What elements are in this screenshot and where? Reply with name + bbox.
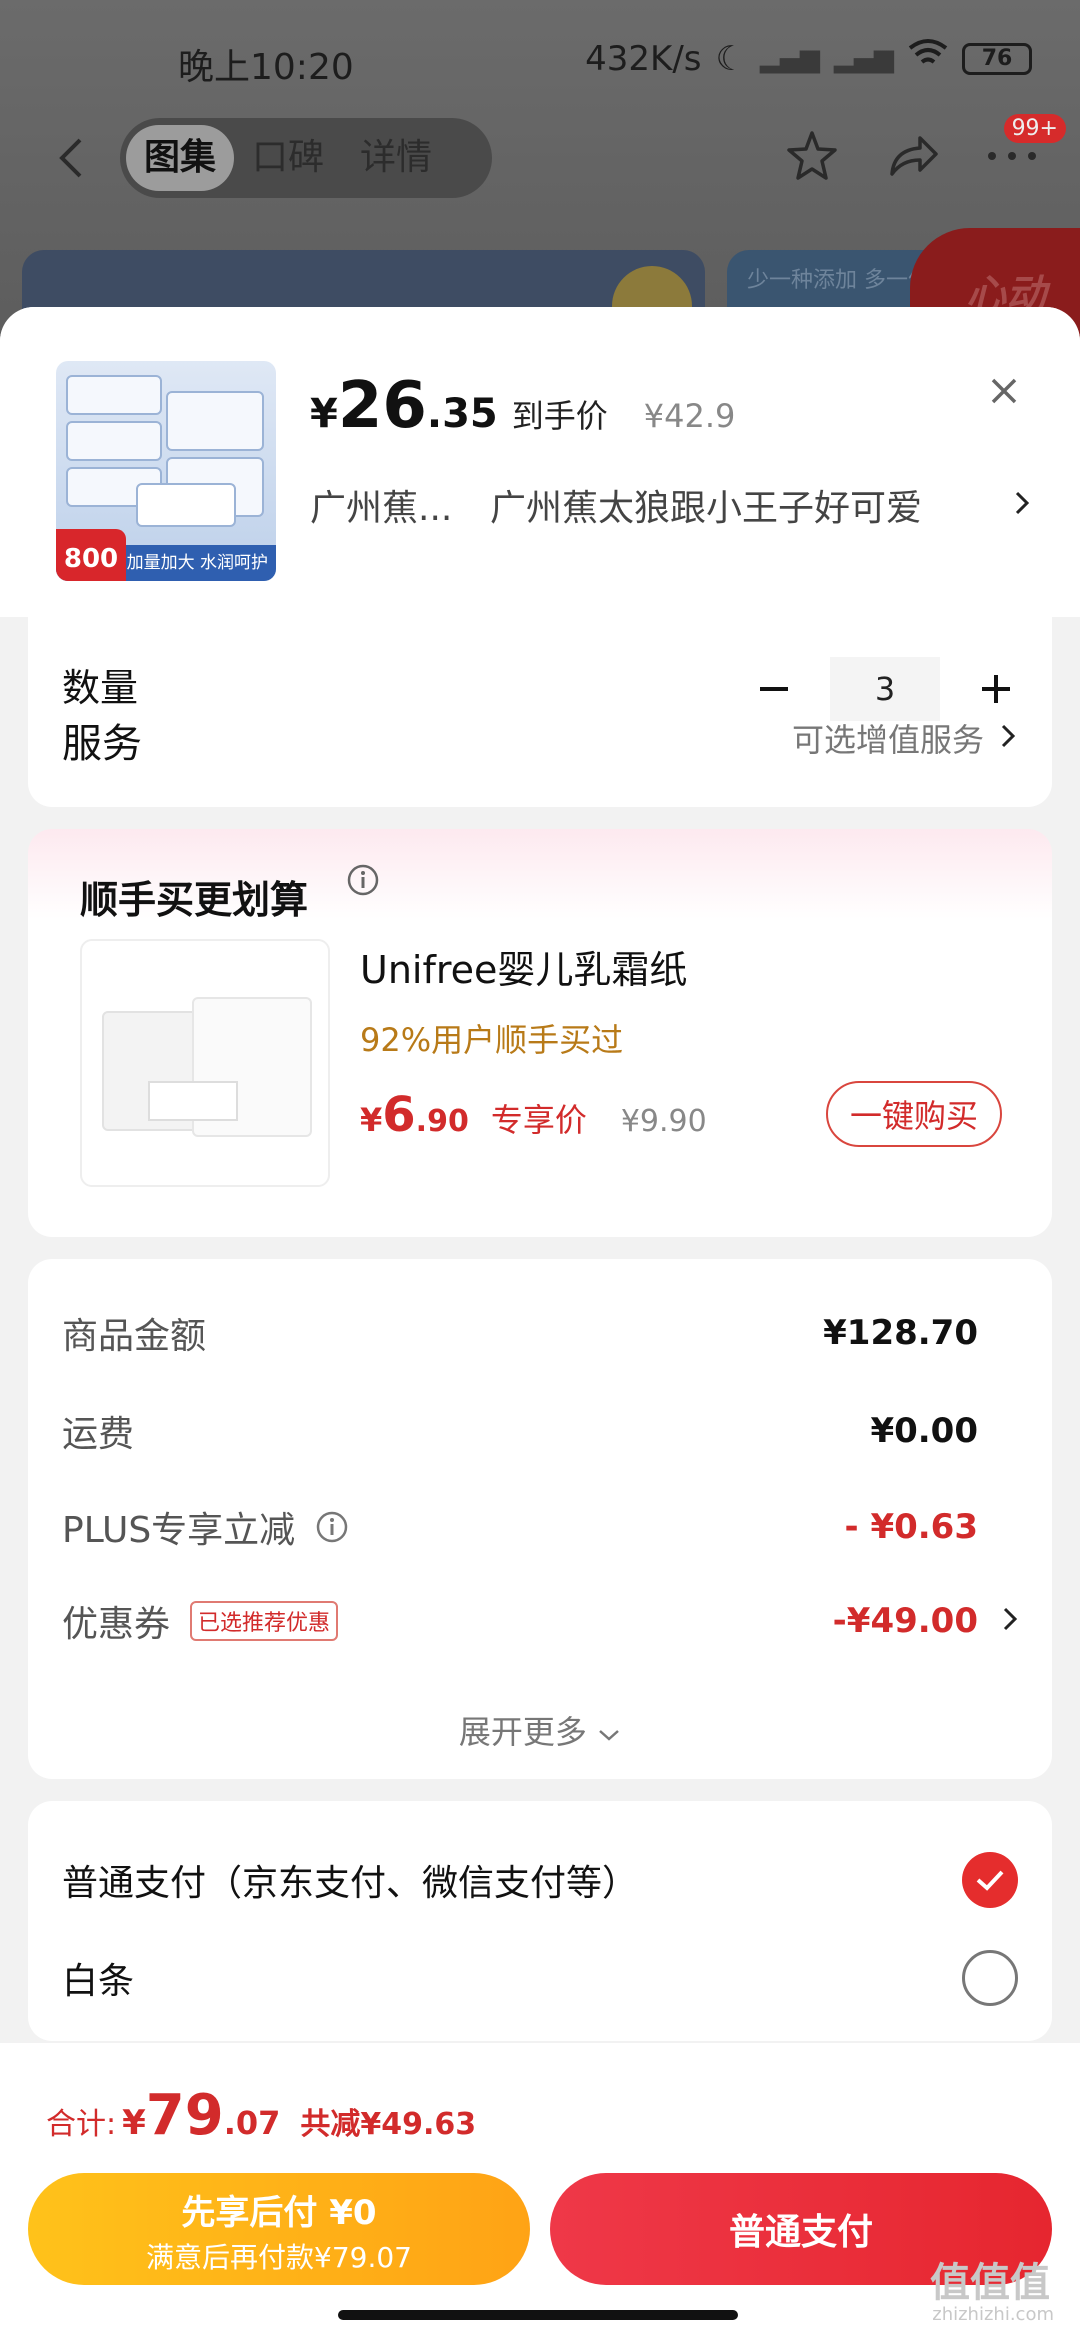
bundle-original-price: ¥9.90: [620, 1104, 707, 1139]
bundle-offer-card: 顺手买更划算 Unifree婴儿乳霜纸 92%用户顺手买过 ¥ 6 .90 专享…: [28, 829, 1052, 1237]
tab-details[interactable]: 详情: [342, 125, 450, 191]
quantity-input[interactable]: 3: [830, 657, 940, 721]
plus-icon[interactable]: [974, 667, 1018, 711]
plus-discount-label: PLUS专享立减: [62, 1510, 296, 1551]
back-arrow-icon[interactable]: [50, 136, 94, 180]
order-sheet: 数量 3 服务 可选增值服务 加量加大 水润呵护 800 ¥ 26 .35 到手…: [0, 307, 1080, 2340]
expand-more-button[interactable]: 展开更多: [28, 1707, 1052, 1753]
expand-more-label: 展开更多: [458, 1713, 587, 1751]
pay-later-button[interactable]: 先享后付 ¥0 满意后再付款¥79.07: [28, 2173, 530, 2285]
price-label: 到手价: [511, 397, 608, 435]
payment-option-standard[interactable]: 普通支付（京东支付、微信支付等）: [62, 1845, 1018, 1915]
checkout-bar: 合计: ¥ 79 .07 共减¥49.63 先享后付 ¥0 满意后再付款¥79.…: [0, 2043, 1080, 2340]
shipping-value: ¥0.00: [870, 1411, 978, 1451]
pay-later-title: 先享后付 ¥0: [181, 2193, 377, 2233]
chevron-down-icon: [599, 1730, 619, 1741]
service-hint: 可选增值服务: [791, 721, 984, 759]
notification-badge: 99+: [1003, 114, 1066, 143]
product-price: ¥ 26 .35 到手价 ¥42.9: [310, 369, 736, 443]
coupon-row[interactable]: 优惠券 已选推荐优惠 -¥49.00: [62, 1591, 1018, 1651]
quantity-label: 数量: [62, 666, 139, 710]
plus-discount-value: - ¥0.63: [844, 1507, 979, 1547]
spec-short: 广州蕉...: [310, 488, 453, 529]
info-icon[interactable]: [315, 1510, 349, 1544]
wifi-icon: [908, 38, 948, 79]
goods-amount-label: 商品金额: [62, 1316, 207, 1357]
chevron-right-icon: [978, 1602, 1018, 1640]
total-decimal: .07: [223, 2104, 281, 2142]
home-indicator[interactable]: [338, 2310, 738, 2320]
payment-option-label: 普通支付（京东支付、微信支付等）: [62, 1863, 639, 1904]
bundle-popularity: 92%用户顺手买过: [360, 1021, 624, 1059]
background-banner-text: 少一种添加 多一份: [747, 268, 930, 293]
status-bar: 晚上10:20 432K/s ☾ ▂▄▆ ▂▄▆ 76: [0, 0, 1080, 125]
pay-later-subtitle: 满意后再付款¥79.07: [146, 2241, 412, 2274]
payment-method-card: 普通支付（京东支付、微信支付等） 白条: [28, 1801, 1052, 2041]
shipping-row: 运费 ¥0.00: [62, 1401, 1018, 1461]
close-icon: [991, 378, 1017, 404]
price-decimal: .35: [426, 391, 498, 437]
battery-icon: 76: [962, 42, 1032, 75]
thumbnail-count-badge: 800: [56, 529, 126, 581]
gallery-tabs: 图集 口碑 详情: [120, 118, 492, 198]
coupon-tag: 已选推荐优惠: [190, 1601, 339, 1641]
background-page: 晚上10:20 432K/s ☾ ▂▄▆ ▂▄▆ 76 图集 口碑 详情 99+…: [0, 0, 1080, 340]
plus-discount-row: PLUS专享立减 - ¥0.63: [62, 1497, 1018, 1557]
goods-amount-value: ¥128.70: [823, 1313, 978, 1353]
service-label: 服务: [62, 721, 142, 767]
total-saved: 共减¥49.63: [300, 2107, 477, 2142]
product-summary-header: 加量加大 水润呵护 800 ¥ 26 .35 到手价 ¥42.9 广州蕉... …: [0, 307, 1080, 617]
status-time: 晚上10:20: [178, 47, 354, 88]
info-icon[interactable]: [346, 863, 380, 897]
chevron-right-icon: [990, 485, 1030, 525]
total-amount: 合计: ¥ 79 .07 共减¥49.63: [46, 2083, 477, 2148]
bundle-product-image[interactable]: [80, 939, 330, 1187]
spec-selector[interactable]: 广州蕉... 广州蕉太狼跟小王子好可爱: [310, 475, 1030, 535]
chevron-right-icon: [1000, 719, 1016, 757]
bundle-title: 顺手买更划算: [80, 878, 309, 922]
top-nav: 图集 口碑 详情 99+: [0, 114, 1080, 204]
status-indicators: 432K/s ☾ ▂▄▆ ▂▄▆ 76: [585, 38, 1032, 79]
signal-hd-icon: ▂▄▆: [834, 43, 894, 74]
quantity-stepper: 3: [752, 657, 1018, 721]
bundle-item-name: Unifree婴儿乳霜纸: [360, 948, 688, 992]
coupon-value: -¥49.00: [832, 1601, 978, 1641]
moon-icon: ☾: [715, 38, 746, 79]
tab-reviews[interactable]: 口碑: [234, 125, 342, 191]
checkmark-radio-icon[interactable]: [962, 1852, 1018, 1908]
coupon-label: 优惠券: [62, 1604, 171, 1645]
tab-gallery[interactable]: 图集: [126, 125, 235, 191]
bundle-price-label: 专享价: [490, 1101, 587, 1139]
watermark: 值值值: [930, 2260, 1050, 2306]
service-selector[interactable]: 可选增值服务: [792, 715, 1016, 761]
product-thumbnail: 加量加大 水润呵护 800: [56, 361, 276, 581]
nav-actions: [782, 126, 1042, 186]
minus-icon[interactable]: [752, 667, 796, 711]
watermark-url: zhizhizhi.com: [932, 2304, 1054, 2325]
price-integer: 26: [337, 369, 427, 443]
original-price: ¥42.9: [643, 397, 736, 435]
total-integer: 79: [145, 2083, 224, 2148]
star-icon[interactable]: [782, 126, 842, 186]
amount-summary-card: 商品金额 ¥128.70 运费 ¥0.00 PLUS专享立减 - ¥0.63 优…: [28, 1259, 1052, 1779]
bundle-price: ¥ 6 .90 专享价 ¥9.90: [360, 1087, 707, 1143]
payment-option-label: 白条: [62, 1961, 135, 2002]
spec-full: 广州蕉太狼跟小王子好可爱: [490, 488, 923, 529]
close-button[interactable]: [972, 359, 1036, 423]
goods-amount-row: 商品金额 ¥128.70: [62, 1303, 1018, 1363]
radio-unselected-icon[interactable]: [962, 1950, 1018, 2006]
payment-option-baitiao[interactable]: 白条: [62, 1943, 1018, 2013]
one-click-buy-button[interactable]: 一键购买: [826, 1081, 1002, 1147]
signal-icon: ▂▄▆: [760, 43, 820, 74]
shipping-label: 运费: [62, 1414, 135, 1455]
network-speed: 432K/s: [585, 38, 702, 79]
share-icon[interactable]: [882, 126, 942, 186]
total-label: 合计:: [46, 2107, 117, 2142]
